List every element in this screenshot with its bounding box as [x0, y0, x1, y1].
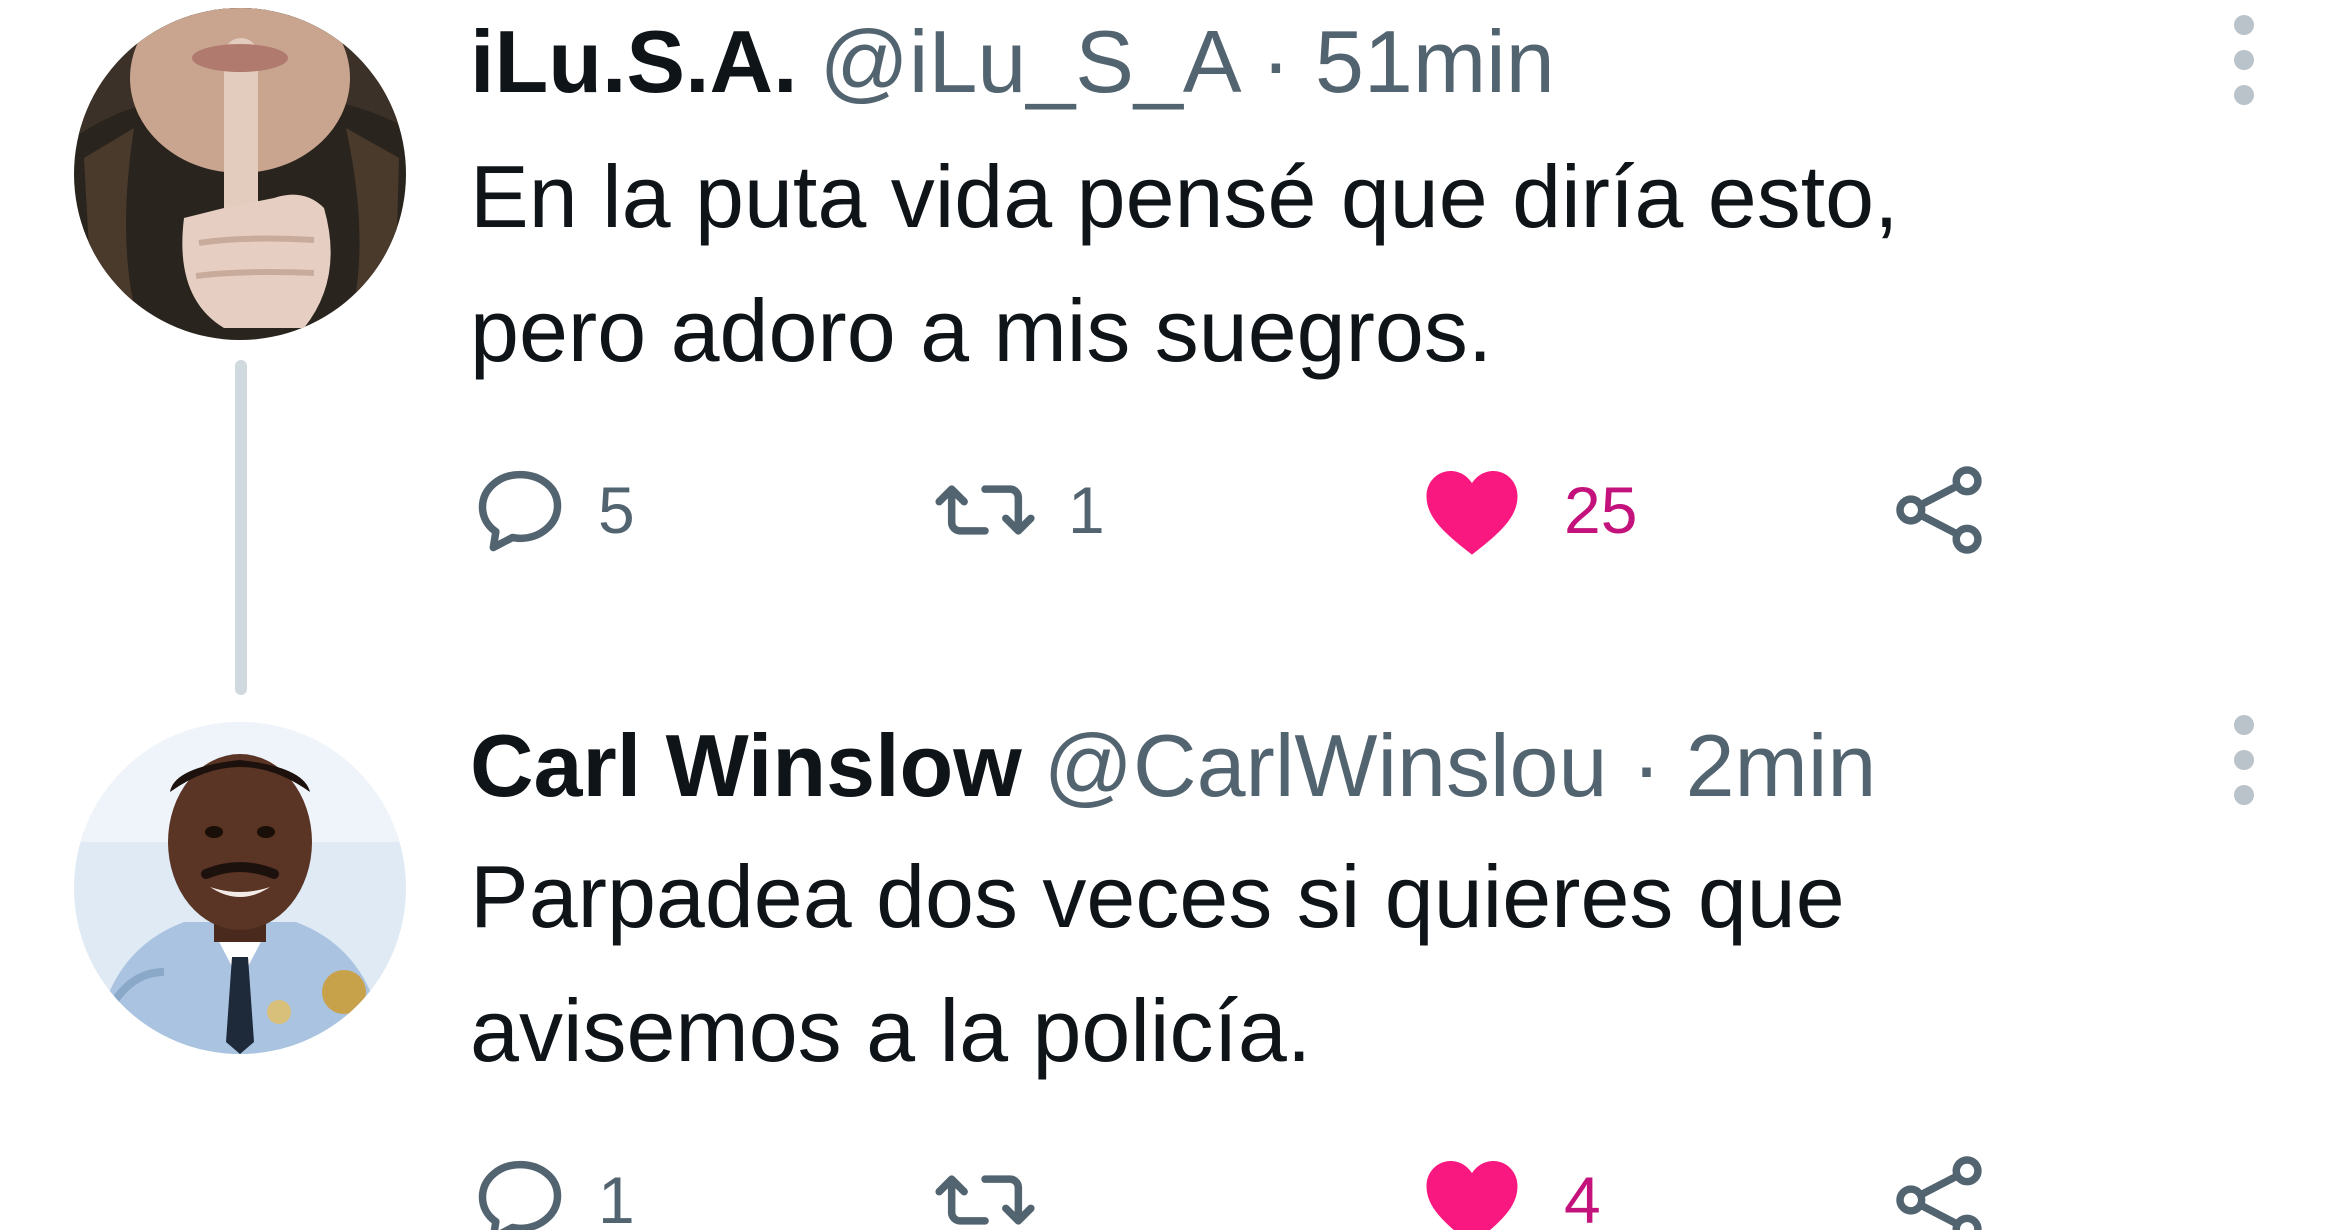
tweet-actions: 1 4	[470, 1140, 2030, 1230]
tweet-text-line: Parpadea dos veces si quieres que	[470, 847, 1845, 946]
tweet-text-line: En la puta vida pensé que diría esto,	[470, 147, 1899, 246]
retweet-icon	[935, 1175, 1035, 1225]
avatar-image	[74, 722, 406, 1054]
avatar[interactable]	[74, 8, 406, 340]
like-button[interactable]: 25	[1420, 450, 1637, 570]
display-name[interactable]: iLu.S.A.	[470, 12, 798, 111]
tweet-text: Parpadea dos veces si quieres que avisem…	[470, 830, 2170, 1098]
tweet-ilusa[interactable]: iLu.S.A. @iLu_S_A · 51min En la puta vida…	[0, 0, 2350, 700]
reply-button[interactable]: 1	[470, 1140, 635, 1230]
share-icon	[1896, 466, 1982, 554]
reply-icon	[478, 1160, 562, 1230]
header-separator: ·	[1631, 716, 1662, 815]
avatar[interactable]	[74, 722, 406, 1054]
timestamp[interactable]: 2min	[1686, 716, 1877, 815]
like-count: 25	[1564, 473, 1638, 547]
reply-button[interactable]: 5	[470, 450, 635, 570]
tweet-header: iLu.S.A. @iLu_S_A · 51min	[470, 18, 1555, 106]
reply-count: 1	[598, 1163, 635, 1230]
retweet-icon	[935, 485, 1035, 535]
tweet-actions: 5 1 25	[470, 450, 2030, 570]
tweet-text-line: avisemos a la policía.	[470, 981, 1312, 1080]
user-handle[interactable]: @iLu_S_A	[820, 12, 1237, 111]
reply-icon	[478, 470, 562, 552]
tweet-carl-winslow[interactable]: Carl Winslow @CarlWinslou · 2min Parpadea…	[0, 700, 2350, 1230]
header-separator: ·	[1261, 12, 1291, 111]
share-icon	[1896, 1156, 1982, 1230]
timestamp[interactable]: 51min	[1315, 12, 1555, 111]
more-vertical-icon[interactable]	[2230, 715, 2258, 805]
share-button[interactable]	[1890, 1140, 1990, 1230]
retweet-button[interactable]: 1	[930, 450, 1105, 570]
display-name[interactable]: Carl Winslow	[470, 716, 1022, 815]
like-button[interactable]: 4	[1420, 1140, 1601, 1230]
heart-icon	[1426, 471, 1518, 555]
retweet-button[interactable]	[930, 1140, 1068, 1230]
user-handle[interactable]: @CarlWinslou	[1044, 716, 1608, 815]
share-button[interactable]	[1890, 450, 1990, 570]
tweet-text: En la puta vida pensé que diría esto, pe…	[470, 130, 2170, 398]
avatar-image	[74, 8, 406, 340]
more-vertical-icon[interactable]	[2230, 15, 2258, 105]
tweet-text-line: pero adoro a mis suegros.	[470, 281, 1493, 380]
reply-count: 5	[598, 473, 635, 547]
like-count: 4	[1564, 1163, 1601, 1230]
tweet-header: Carl Winslow @CarlWinslou · 2min	[470, 722, 1876, 810]
heart-icon	[1426, 1161, 1518, 1230]
retweet-count: 1	[1068, 473, 1105, 547]
